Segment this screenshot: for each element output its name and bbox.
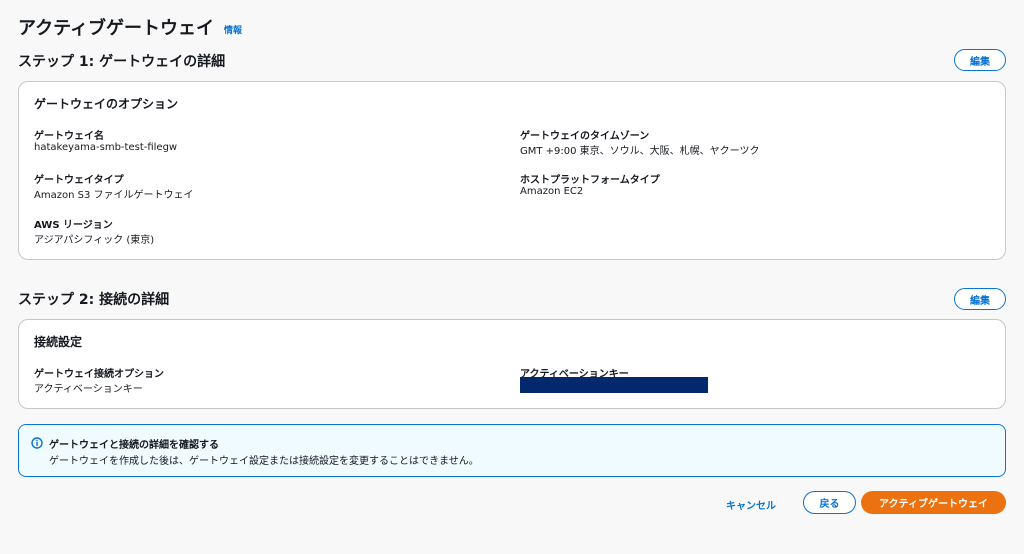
info-icon — [31, 437, 43, 449]
step2-title: ステップ 2: 接続の詳細 — [18, 292, 170, 308]
gateway-name-label: ゲートウェイ名 — [34, 131, 104, 142]
activation-key-redacted-value — [520, 377, 708, 393]
alert-text: ゲートウェイを作成した後は、ゲートウェイ設定または接続設定を変更することはできま… — [49, 456, 479, 467]
gateway-timezone-label: ゲートウェイのタイムゾーン — [520, 131, 650, 142]
page-title: アクティブゲートウェイ — [18, 18, 215, 39]
connection-option-label: ゲートウェイ接続オプション — [34, 369, 164, 380]
aws-region-label: AWS リージョン — [34, 220, 113, 231]
step1-title: ステップ 1: ゲートウェイの詳細 — [18, 54, 226, 70]
info-link[interactable]: 情報 — [224, 23, 242, 36]
connection-option-value: アクティベーションキー — [34, 384, 143, 395]
connection-settings-header: 接続設定 — [34, 335, 83, 349]
step1-edit-button[interactable]: 編集 — [954, 49, 1006, 71]
gateway-name-value: hatakeyama-smb-test-filegw — [34, 142, 178, 153]
gateway-type-label: ゲートウェイタイプ — [34, 175, 124, 186]
step2-edit-button[interactable]: 編集 — [954, 288, 1006, 310]
review-info-alert: ゲートウェイと接続の詳細を確認する ゲートウェイを作成した後は、ゲートウェイ設定… — [18, 424, 1006, 477]
back-button[interactable]: 戻る — [803, 491, 856, 514]
activate-gateway-button[interactable]: アクティブゲートウェイ — [861, 491, 1006, 514]
connection-settings-card: 接続設定 ゲートウェイ接続オプション アクティベーションキー アクティベーション… — [18, 319, 1006, 409]
gateway-type-value: Amazon S3 ファイルゲートウェイ — [34, 190, 194, 201]
host-platform-value: Amazon EC2 — [520, 186, 584, 197]
host-platform-label: ホストプラットフォームタイプ — [520, 175, 660, 186]
aws-region-value: アジアパシフィック (東京) — [34, 235, 155, 246]
cancel-button[interactable]: キャンセル — [726, 494, 776, 514]
gateway-options-card: ゲートウェイのオプション ゲートウェイ名 hatakeyama-smb-test… — [18, 81, 1006, 260]
gateway-options-header: ゲートウェイのオプション — [34, 97, 179, 111]
alert-title: ゲートウェイと接続の詳細を確認する — [49, 440, 219, 451]
gateway-timezone-value: GMT +9:00 東京、ソウル、大阪、札幌、ヤクーツク — [520, 146, 760, 157]
